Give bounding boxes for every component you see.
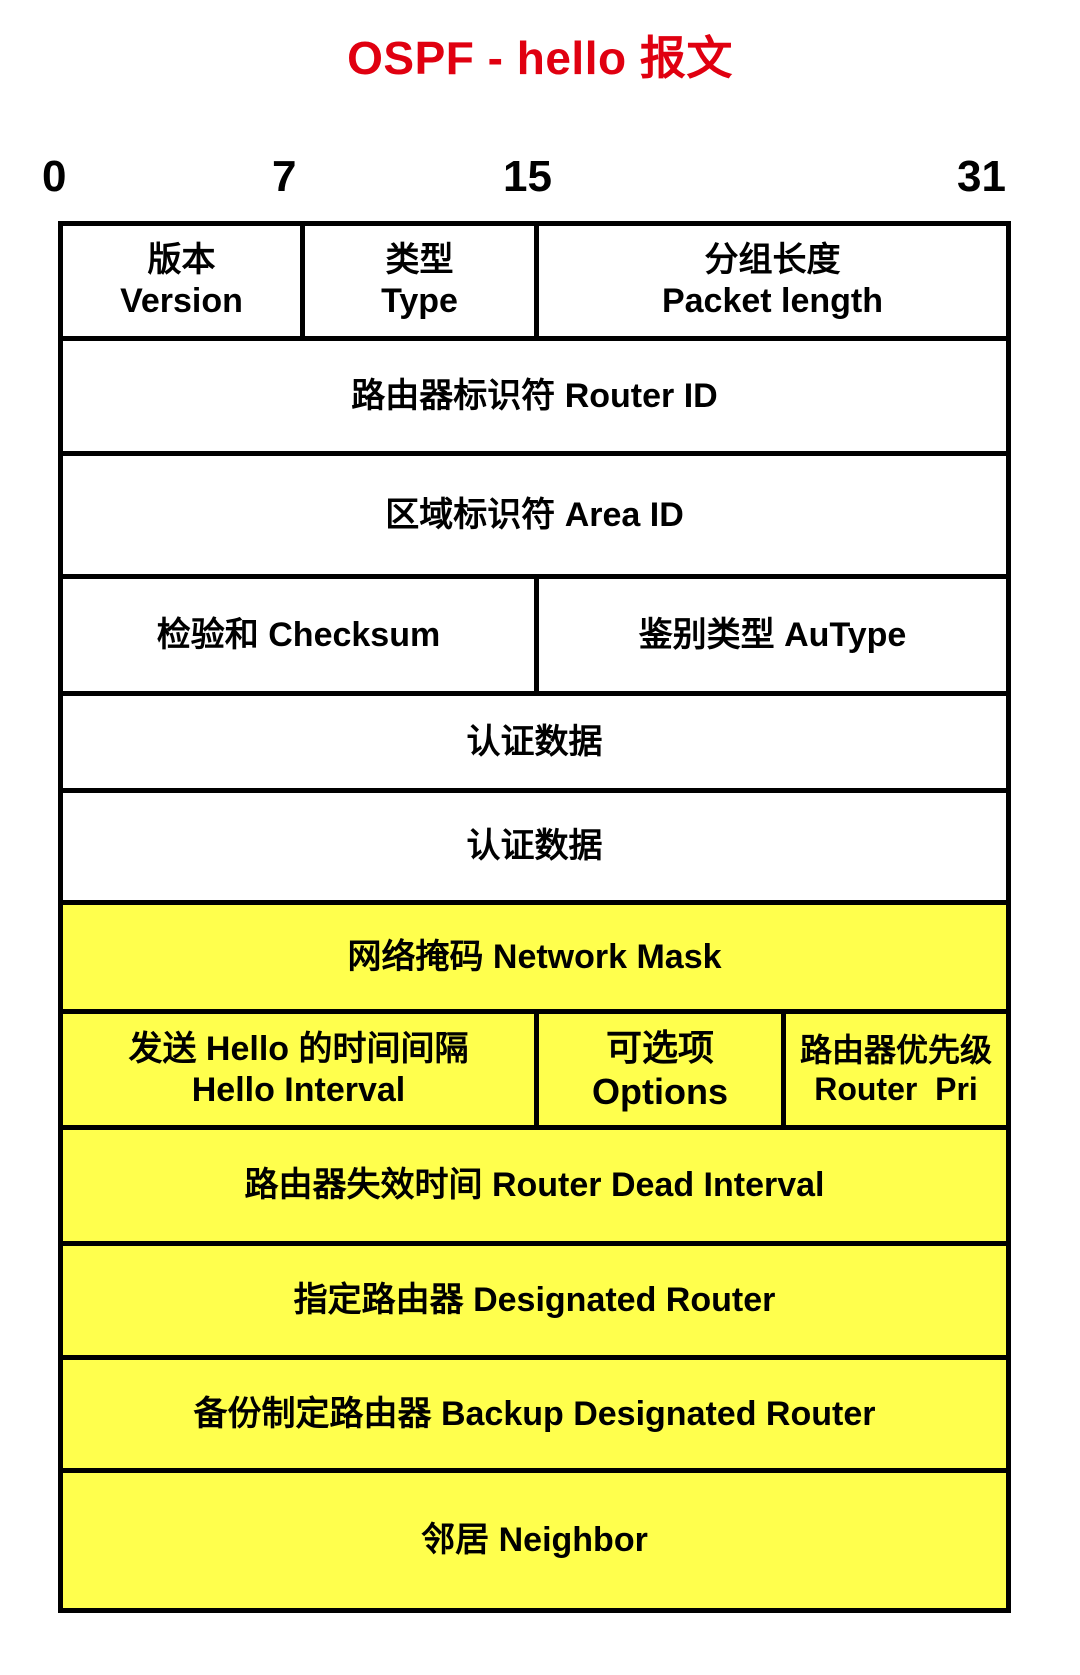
field-packet-length-en: Packet length: [661, 282, 884, 320]
field-options-zh: 可选项: [605, 1027, 714, 1069]
field-area-id: 区域标识符 Area ID: [58, 451, 1011, 579]
field-designated-router-label: 指定路由器 Designated Router: [293, 1281, 776, 1320]
field-router-priority-en: Router Pri: [814, 1070, 978, 1107]
field-router-id: 路由器标识符 Router ID: [58, 336, 1011, 456]
field-router-dead-interval: 路由器失效时间 Router Dead Interval: [58, 1125, 1011, 1246]
field-hello-interval: 发送 Hello 的时间间隔 Hello Interval: [58, 1009, 539, 1130]
field-authentication-1: 认证数据: [58, 691, 1011, 793]
field-packet-length: 分组长度 Packet length: [534, 221, 1011, 341]
bit-marker-31: 31: [957, 152, 1006, 201]
field-authentication-1-label: 认证数据: [466, 722, 603, 761]
field-type-zh: 类型: [385, 241, 454, 280]
field-hello-interval-en: Hello Interval: [191, 1070, 406, 1109]
bit-marker-15: 15: [503, 152, 552, 201]
field-packet-length-zh: 分组长度: [704, 241, 841, 280]
field-authentication-2-label: 认证数据: [466, 827, 603, 866]
field-type: 类型 Type: [300, 221, 539, 341]
field-network-mask-label: 网络掩码 Network Mask: [347, 937, 722, 976]
field-neighbor-label: 邻居 Neighbor: [421, 1521, 648, 1560]
field-router-priority: 路由器优先级 Router Pri: [781, 1009, 1011, 1130]
field-options-en: Options: [592, 1070, 728, 1112]
field-type-en: Type: [381, 282, 458, 320]
field-designated-router: 指定路由器 Designated Router: [58, 1241, 1011, 1360]
field-authentication-2: 认证数据: [58, 788, 1011, 905]
field-backup-designated-router: 备份制定路由器 Backup Designated Router: [58, 1355, 1011, 1473]
field-router-dead-interval-label: 路由器失效时间 Router Dead Interval: [244, 1166, 825, 1205]
field-checksum-label: 检验和 Checksum: [156, 615, 441, 654]
field-version-en: Version: [120, 282, 243, 320]
field-autype: 鉴别类型 AuType: [534, 574, 1011, 696]
field-hello-interval-zh: 发送 Hello 的时间间隔: [128, 1029, 469, 1068]
field-options: 可选项 Options: [534, 1009, 786, 1130]
field-version: 版本 Version: [58, 221, 305, 341]
bit-marker-0: 0: [42, 152, 67, 201]
field-autype-label: 鉴别类型 AuType: [638, 615, 907, 654]
field-router-priority-zh: 路由器优先级: [799, 1032, 992, 1069]
field-area-id-label: 区域标识符 Area ID: [385, 495, 684, 534]
field-router-id-label: 路由器标识符 Router ID: [351, 376, 718, 415]
field-backup-designated-router-label: 备份制定路由器 Backup Designated Router: [193, 1394, 876, 1433]
field-neighbor: 邻居 Neighbor: [58, 1468, 1011, 1613]
diagram-title: OSPF - hello 报文: [347, 32, 733, 84]
field-network-mask: 网络掩码 Network Mask: [58, 900, 1011, 1014]
bit-marker-7: 7: [272, 152, 297, 201]
field-checksum: 检验和 Checksum: [58, 574, 539, 696]
field-version-zh: 版本: [147, 241, 216, 280]
